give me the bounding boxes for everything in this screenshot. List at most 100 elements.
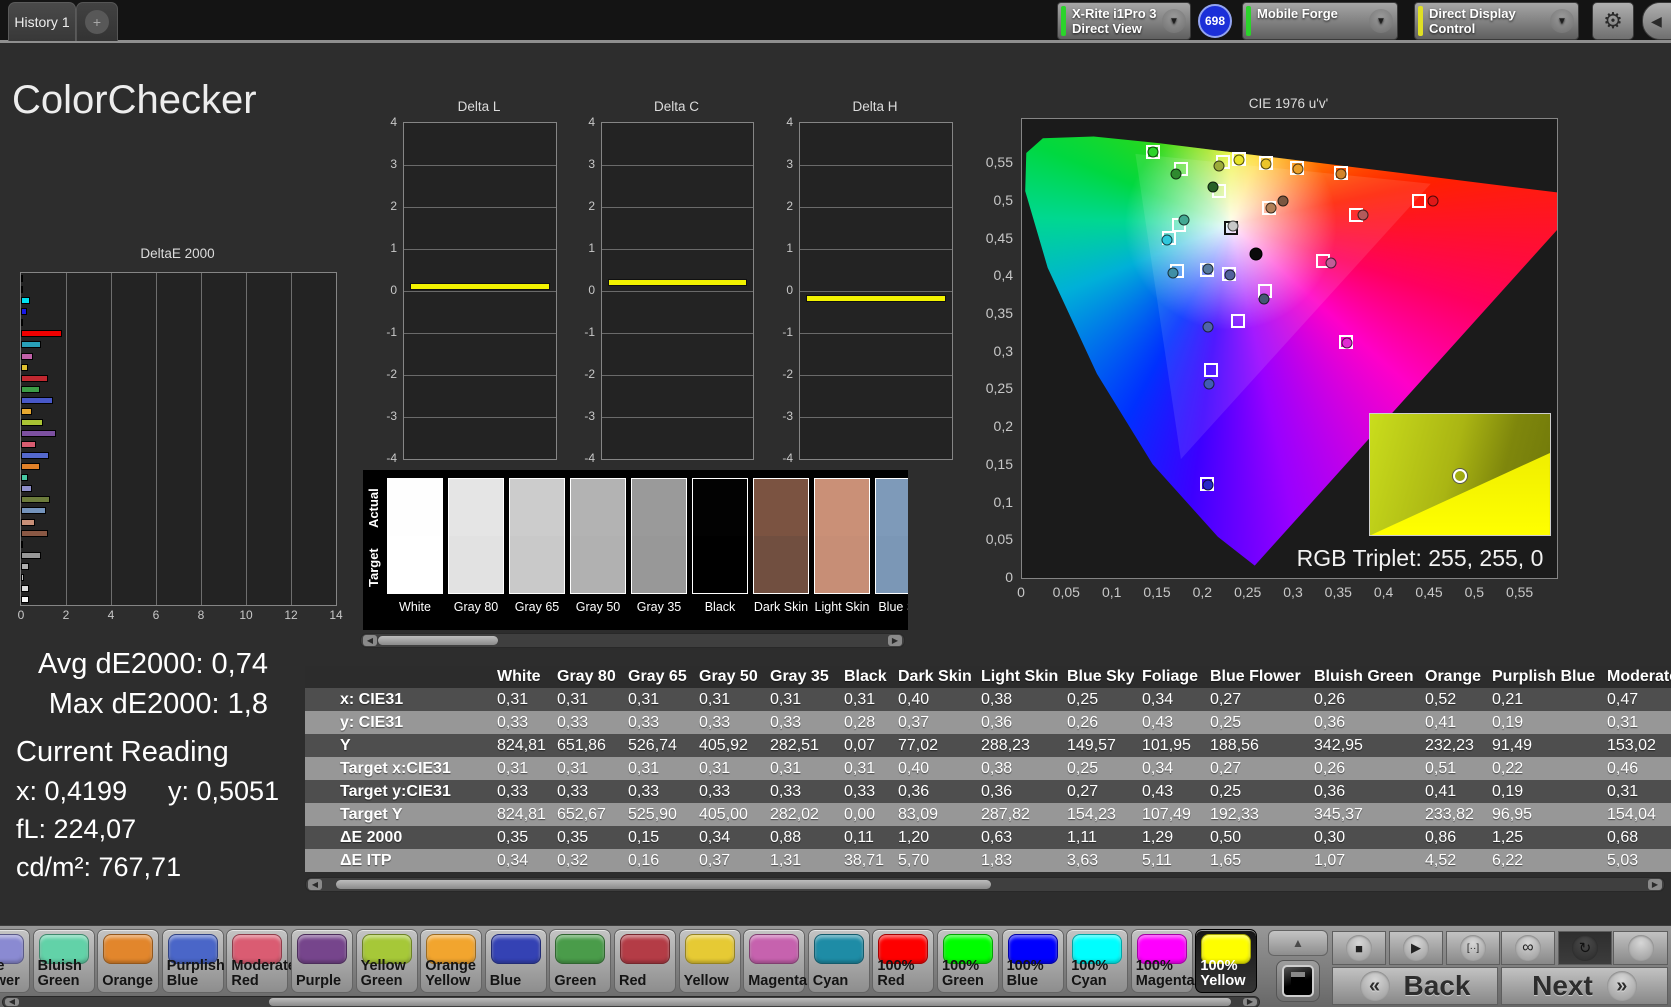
scroll-right-icon[interactable]: ▶ [1243,998,1257,1006]
back-label: Back [1403,970,1471,1001]
scrollbar-thumb[interactable] [378,636,498,645]
refresh-button[interactable]: ↻ [1558,931,1612,965]
delta-value-bar [806,294,946,302]
y-tick-label: 0,25 [985,380,1013,397]
pattern-label: 100% Cyan [1071,958,1109,989]
table-row: y: CIE31 0,33 0,33 0,33 0,33 0,33 0,28 0,37 0,36… [305,711,1671,734]
column-header: Gray 35 [762,666,836,688]
tab-history-1[interactable]: History 1 [8,2,76,41]
pattern-button-blue[interactable]: Blue [484,929,547,993]
table-row: Target y:CIE31 0,33 0,33 0,33 0,33 0,33 0,33 0,… [305,780,1671,803]
scroll-left-icon[interactable]: ◀ [308,879,322,890]
pattern-button-blue-flower[interactable]: Blue Flower [0,929,30,993]
table-cell: 0,38 [973,757,1059,780]
cie-measured-circle [1203,378,1215,390]
add-tab-button[interactable]: + [76,2,118,41]
cie-measured-circle [1277,195,1289,207]
stop-button[interactable]: ■ [1332,931,1386,965]
back-button[interactable]: « Back [1332,967,1498,1005]
scroll-left-icon[interactable]: ◀ [363,635,377,646]
source-name: Mobile Forge [1257,6,1338,21]
swatch-gray-65: Gray 65 [509,478,565,614]
pattern-button-100--blue[interactable]: 100% Blue [1001,929,1064,993]
pattern-label: 100% Blue [1006,958,1044,989]
meter-dropdown[interactable]: X-Rite i1Pro 3 Direct View ▼ [1057,2,1191,40]
table-row: x: CIE31 0,31 0,31 0,31 0,31 0,31 0,31 0,40 0,38… [305,688,1671,711]
step-button[interactable]: [··] [1446,931,1500,965]
y-tick-label: 2 [390,199,397,213]
scrollbar-thumb[interactable] [336,880,991,889]
pattern-button-100--cyan[interactable]: 100% Cyan [1066,929,1129,993]
pattern-button-100--red[interactable]: 100% Red [872,929,935,993]
pattern-button-orange[interactable]: Orange [97,929,160,993]
y-tick-label: -4 [584,451,595,465]
y-tick-label: -3 [386,409,397,423]
swatch-actual [876,479,908,536]
pattern-button-100--yellow[interactable]: 100% Yellow [1195,929,1258,993]
pattern-window-toggle[interactable] [1276,960,1320,1002]
pattern-button-bluish-green[interactable]: Bluish Green [32,929,95,993]
pattern-button-yellow-green[interactable]: Yellow Green [355,929,418,993]
pattern-button-purplish-blue[interactable]: Purplish Blue [161,929,225,993]
gridline [602,375,753,376]
cie-chart-title: CIE 1976 u'v' [1248,96,1329,111]
table-cell: 0,31 [549,688,620,711]
settings-button[interactable]: ⚙ [1592,2,1634,40]
y-tick-label: -2 [782,367,793,381]
table-cell: 0,51 [1417,757,1484,780]
table-cell: 0,11 [836,826,890,849]
pattern-button-moderate-red[interactable]: Moderate Red [226,929,296,993]
play-button[interactable]: ▶ [1389,931,1443,965]
pattern-button-100--green[interactable]: 100% Green [937,929,999,993]
swatch-target [449,536,503,593]
pattern-button-green[interactable]: Green [549,929,612,993]
next-button[interactable]: Next » [1501,967,1668,1005]
table-cell: 288,23 [973,734,1059,757]
table-cell: 1,65 [1202,849,1306,872]
table-cell: 0,31 [1599,780,1671,803]
gridline [404,207,556,208]
source-dropdown[interactable]: Mobile Forge ▼ [1242,2,1398,40]
scroll-right-icon[interactable]: ▶ [1648,879,1662,890]
swatch-target [876,536,908,593]
table-cell: 38,71 [836,849,890,872]
pattern-button-100--magenta[interactable]: 100% Magenta [1130,929,1195,993]
app-window: History 1 + X-Rite i1Pro 3 Direct View ▼… [0,0,1671,1007]
table-cell: 107,49 [1134,803,1202,826]
target-row-label: Target [366,548,381,588]
swatch-strip-scrollbar[interactable]: ◀ ▶ [360,633,905,648]
collapse-panel-button[interactable]: ◀ [1642,2,1671,40]
display-dropdown[interactable]: Direct Display Control ▼ [1414,2,1579,40]
corner-cell [305,666,489,688]
swatch-box [875,478,908,594]
pattern-label: Magenta [748,973,808,989]
cie-measured-circle [1233,154,1245,166]
de-bar-blue-flower [21,485,33,493]
pattern-bar-scrollbar[interactable]: ◀ ▶ [2,996,1260,1007]
table-cell: 5,03 [1599,849,1671,872]
pattern-button-orange-yellow[interactable]: Orange Yellow [420,929,483,993]
de-bar-100--blue [21,308,27,316]
table-cell: 0,33 [836,780,890,803]
table-cell: 6,22 [1484,849,1599,872]
table-cell: 282,02 [762,803,836,826]
swatch-label: Gray 35 [636,600,682,614]
table-cell: 0,31 [762,688,836,711]
y-tick-label: 0,15 [985,455,1013,472]
de-bar-gray-65 [21,573,25,581]
pattern-button-yellow[interactable]: Yellow [678,929,741,993]
scrollbar-thumb[interactable] [269,998,1231,1006]
pattern-button-red[interactable]: Red [614,929,676,993]
record-button[interactable] [1613,931,1668,965]
pattern-button-purple[interactable]: Purple [291,929,353,993]
pattern-list-up-button[interactable]: ▲ [1268,930,1328,956]
pattern-button-magenta[interactable]: Magenta [743,929,808,993]
table-row: Y 824,81 651,86 526,74 405,92 282,51 0,07 77,02… [305,734,1671,757]
pattern-button-cyan[interactable]: Cyan [807,929,870,993]
loop-button[interactable]: ∞ [1501,931,1555,965]
scroll-left-icon[interactable]: ◀ [5,998,19,1006]
table-cell: 0,33 [620,780,691,803]
scroll-right-icon[interactable]: ▶ [888,635,902,646]
cie-measured-circle [1258,293,1270,305]
table-scrollbar[interactable]: ◀ ▶ [305,877,1665,892]
